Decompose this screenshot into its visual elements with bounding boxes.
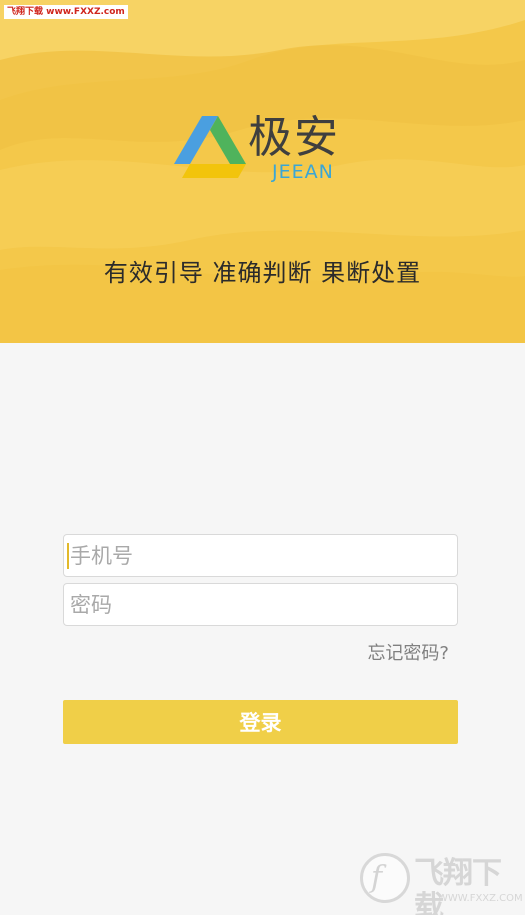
- logo-english-name: JEEAN: [272, 161, 334, 183]
- site-watermark: 飞翔下载 www.FXXZ.com: [4, 5, 128, 19]
- login-button[interactable]: 登录: [63, 700, 458, 744]
- brand-logo-icon: f: [360, 853, 410, 903]
- logo-chinese-name: 极安: [248, 112, 340, 163]
- phone-input[interactable]: [63, 534, 458, 577]
- brand-watermark-text: 飞翔下载: [414, 856, 502, 915]
- brand-watermark-url: WWW.FXXZ.COM: [438, 893, 523, 904]
- password-input[interactable]: [63, 583, 458, 626]
- jeean-logo-icon: [174, 116, 246, 178]
- text-cursor: [67, 543, 69, 569]
- dune-background: [0, 0, 525, 343]
- hero-banner: 飞翔下载 www.FXXZ.com 极安 JEEAN 有效引导 准确判断 果断处…: [0, 0, 525, 343]
- brand-watermark: f 飞翔下载 WWW.FXXZ.COM: [358, 851, 523, 915]
- slogan: 有效引导 准确判断 果断处置: [103, 259, 422, 287]
- forgot-password-link[interactable]: 忘记密码?: [367, 641, 449, 667]
